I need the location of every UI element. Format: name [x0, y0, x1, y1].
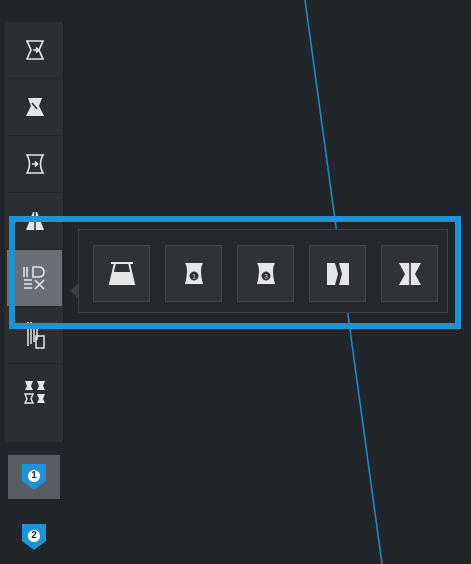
trapezoid-fill-icon: [25, 98, 44, 116]
curved-trapezoid-icon: [25, 154, 44, 174]
taper-arrow-tool[interactable]: [7, 22, 62, 79]
trapezoid-arrow-icon: [25, 40, 44, 60]
highlight-frame: [9, 216, 461, 329]
double-taper-tool[interactable]: [7, 364, 62, 420]
marker-badge-2[interactable]: 2: [8, 515, 60, 559]
marker-badge-label: 1: [31, 470, 37, 481]
marker-badge-label: 2: [31, 530, 37, 541]
taper-curve-tool[interactable]: [7, 136, 62, 193]
taper-fill-tool[interactable]: [7, 79, 62, 136]
double-taper-icon: [23, 381, 45, 404]
marker-badge-1[interactable]: 1: [8, 455, 60, 499]
